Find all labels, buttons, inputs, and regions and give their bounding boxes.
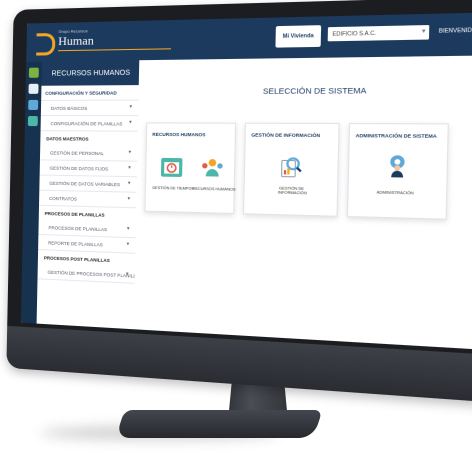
card-item-label[interactable]: GESTIÓN DE INFORMACIÓN xyxy=(278,186,307,195)
app-screen: Grupo Recursos Human Mi Vivienda EDIFICI… xyxy=(20,11,472,351)
sidebar-item[interactable]: DATOS BÁSICOS ▾ xyxy=(40,100,139,117)
chevron-down-icon[interactable]: ▾ xyxy=(128,180,131,186)
page-title: SELECCIÓN DE SISTEMA xyxy=(262,85,367,96)
card-gestion-informacion[interactable]: GESTIÓN DE INFORMACIÓN GESTIÓN DE INFORM… xyxy=(242,122,340,217)
company-select-value: EDIFICIO S.A.C. xyxy=(332,30,377,38)
card-title: ADMINISTRACIÓN DE SISTEMA xyxy=(355,132,437,139)
monitor-stand-foot xyxy=(115,410,323,438)
sidebar-item[interactable]: GESTIÓN DE PROCESOS POST PLANILLAS ▾ xyxy=(37,264,142,284)
sidebar-item-label: PROCESOS POST PLANILLAS xyxy=(43,254,110,263)
logo-wordmark: Human xyxy=(58,33,94,49)
card-title: RECURSOS HUMANOS xyxy=(152,131,206,138)
chevron-down-icon: ▾ xyxy=(421,28,426,36)
sidebar-item-label: PROCESOS DE PLANILLAS xyxy=(48,224,108,232)
card-item-label[interactable]: GESTIÓN DE TIEMPOS xyxy=(152,186,194,191)
sidebar-item-label: DATOS BÁSICOS xyxy=(50,105,88,111)
sidebar-header: RECURSOS HUMANOS xyxy=(41,60,140,86)
sidebar-item: DATOS MAESTROS xyxy=(40,131,138,146)
chevron-down-icon[interactable]: ▾ xyxy=(129,119,132,125)
location-pin-icon[interactable] xyxy=(28,99,39,110)
main-content: SELECCIÓN DE SISTEMA RECURSOS HUMANOS GE… xyxy=(133,55,472,351)
card-recursos-humanos[interactable]: RECURSOS HUMANOS GESTIÓN DE TIEMPOS RECU… xyxy=(144,122,237,215)
magnifier-document-icon[interactable] xyxy=(277,154,305,180)
sidebar-item-label: REPORTE DE PLANILLAS xyxy=(48,239,103,247)
sidebar-menu: CONFIGURACIÓN Y SEGURIDAD DATOS BÁSICOS ▾ C… xyxy=(37,85,142,284)
sidebar-item-label: CONFIGURACIÓN Y SEGURIDAD xyxy=(45,89,117,96)
company-select[interactable]: EDIFICIO S.A.C. ▾ xyxy=(327,25,430,42)
logo-mark-icon xyxy=(36,32,56,56)
document-icon[interactable] xyxy=(28,83,39,94)
chevron-down-icon[interactable]: ▾ xyxy=(127,196,130,202)
app-logo[interactable]: Grupo Recursos Human xyxy=(36,27,172,56)
chevron-down-icon[interactable]: ▾ xyxy=(129,104,132,110)
sidebar-item-label: CONTRATOS xyxy=(49,195,77,202)
sidebar-item-label: PROCESOS DE PLANILLAS xyxy=(44,210,105,218)
sidebar-item-label: GESTIÓN DE DATOS VARIABLES xyxy=(49,180,121,187)
sidebar-item-label: DATOS MAESTROS xyxy=(46,135,89,142)
monitor-bezel: Grupo Recursos Human Mi Vivienda EDIFICI… xyxy=(6,0,472,405)
card-item-label[interactable]: ADMINISTRACIÓN xyxy=(377,190,414,195)
team-people-icon[interactable] xyxy=(199,155,226,181)
sidebar-item[interactable]: CONFIGURACIÓN Y SEGURIDAD xyxy=(41,85,139,101)
card-title: GESTIÓN DE INFORMACIÓN xyxy=(251,132,321,139)
sidebar-item[interactable]: GESTIÓN DE PERSONAL ▾ xyxy=(39,145,138,162)
sidebar-item[interactable]: GESTIÓN DE DATOS FIJOS ▾ xyxy=(39,160,138,178)
card-administracion-sistema[interactable]: ADMINISTRACIÓN DE SISTEMA ADMINISTRACIÓN xyxy=(346,123,449,220)
calendar-icon[interactable] xyxy=(27,116,38,127)
admin-gear-icon[interactable] xyxy=(383,153,412,180)
chevron-down-icon[interactable]: ▾ xyxy=(126,271,129,277)
sidebar: RECURSOS HUMANOS CONFIGURACIÓN Y SEGURID… xyxy=(36,60,142,330)
sidebar-item-label: GESTIÓN DE PERSONAL xyxy=(49,149,104,156)
chevron-down-icon[interactable]: ▾ xyxy=(127,226,130,232)
chevron-down-icon[interactable]: ▾ xyxy=(127,241,130,247)
sidebar-item-label: CONFIGURACIÓN DE PLANILLAS xyxy=(50,120,123,126)
calendar-clock-icon[interactable] xyxy=(159,155,185,180)
home-icon[interactable] xyxy=(28,67,39,78)
chevron-down-icon[interactable]: ▾ xyxy=(128,165,131,171)
chevron-down-icon[interactable]: ▾ xyxy=(128,149,131,155)
brand-badge: Mi Vivienda xyxy=(275,25,322,48)
top-bar: Grupo Recursos Human Mi Vivienda EDIFICI… xyxy=(26,11,472,62)
card-item-label[interactable]: RECURSOS HUMANOS xyxy=(192,187,235,192)
sidebar-item-label: GESTIÓN DE DATOS FIJOS xyxy=(49,165,109,172)
sidebar-item[interactable]: CONFIGURACIÓN DE PLANILLAS ▾ xyxy=(40,116,139,132)
welcome-user-text[interactable]: BIENVENIDO: JUNARES xyxy=(439,27,472,35)
